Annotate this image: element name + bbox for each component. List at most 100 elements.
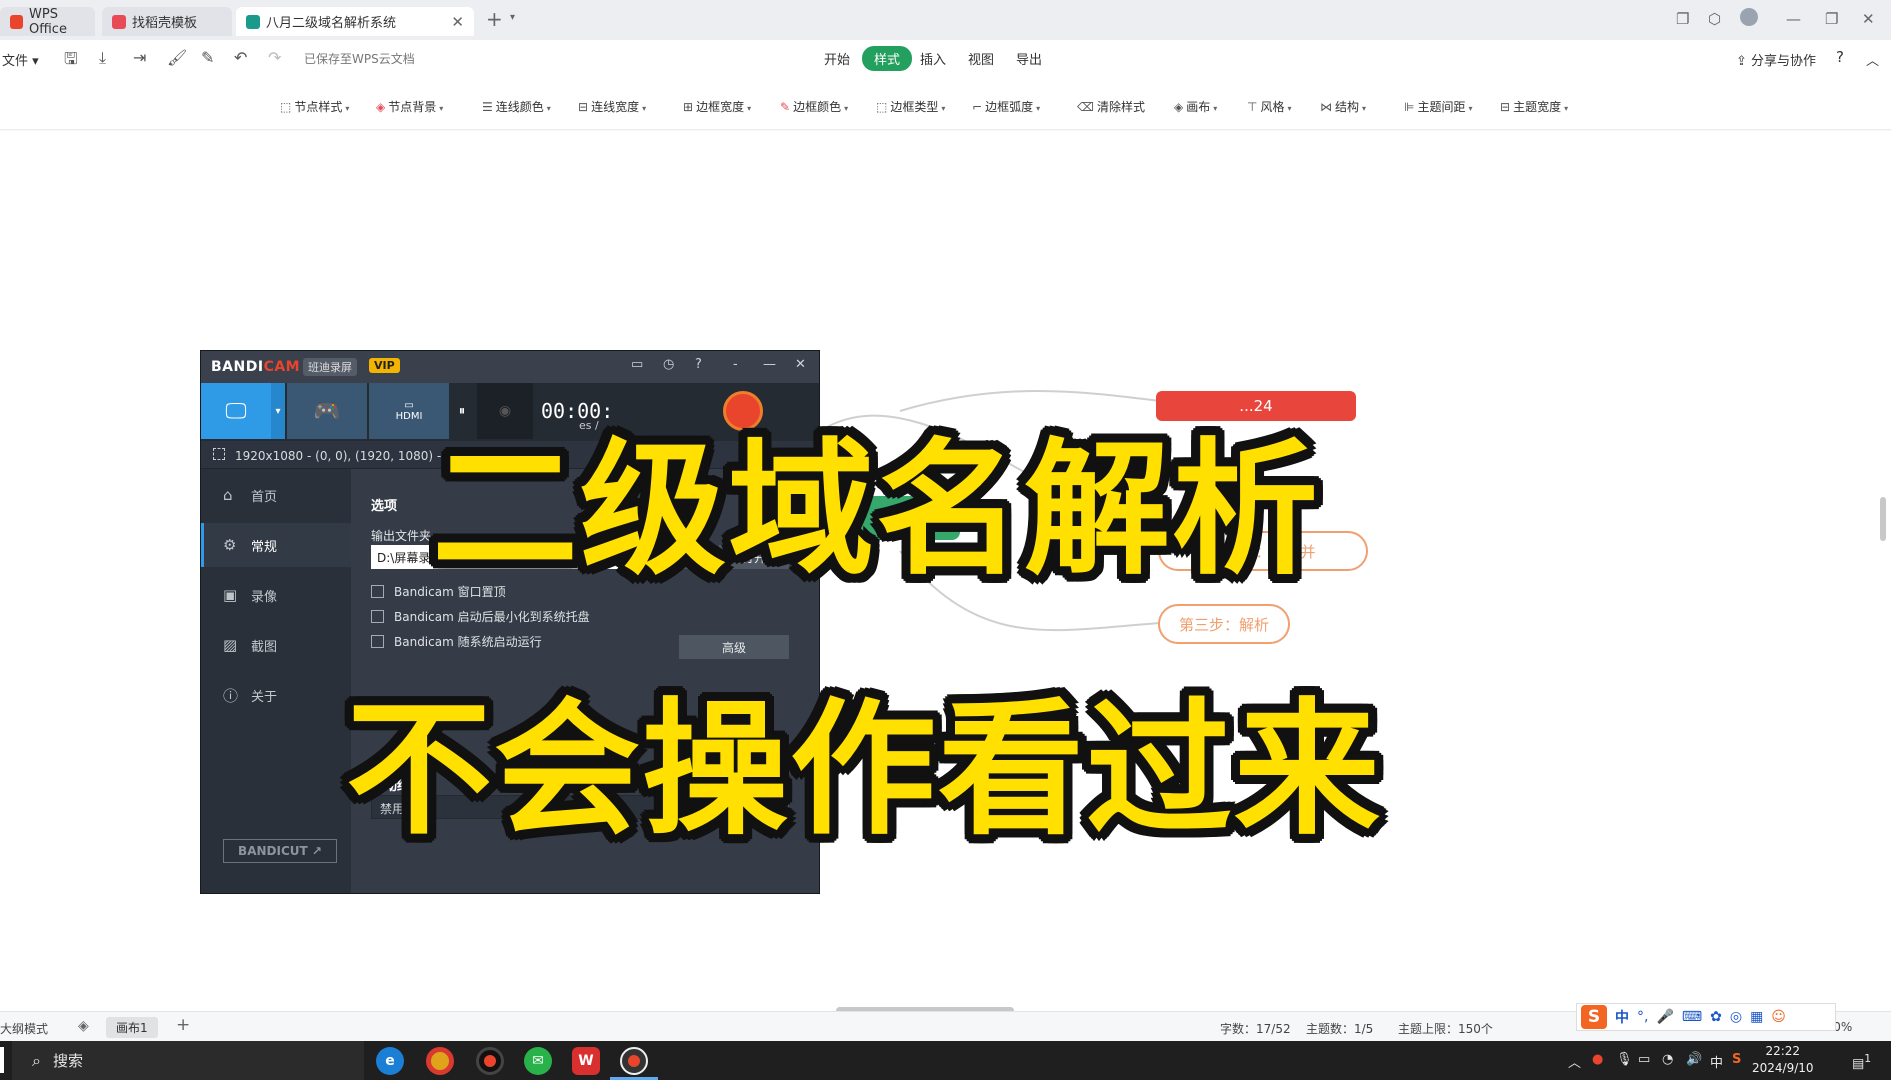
format-painter-icon[interactable]: 🖌 <box>167 48 187 67</box>
line-color-button[interactable]: ☰ 连线颜色 ▾ <box>482 98 551 115</box>
ime-lang-toggle[interactable]: 中 <box>1615 1007 1629 1027</box>
layers-icon[interactable]: ◈ <box>78 1018 89 1034</box>
folder-icon[interactable]: ▭ <box>631 357 643 372</box>
wifi-icon[interactable]: ◔ <box>1662 1052 1673 1067</box>
wps-office-taskbar-icon[interactable]: W <box>572 1047 600 1075</box>
window-layout-icon[interactable]: ❐ <box>1676 10 1689 28</box>
outline-mode-button[interactable]: 大纲模式 <box>0 1020 48 1037</box>
save-icon[interactable]: 🖫 <box>64 48 78 75</box>
taskbar-search[interactable]: ⌕ 搜索 <box>12 1041 364 1080</box>
tab-style[interactable]: 样式 <box>862 46 913 71</box>
close-window-icon[interactable]: ✕ <box>1862 10 1875 28</box>
help-icon[interactable]: ? <box>1836 48 1844 66</box>
cube-icon[interactable]: ⬡ <box>1708 10 1721 28</box>
tray-record-icon[interactable]: ● <box>1592 1052 1603 1067</box>
screen-mode-button[interactable]: 🖵 <box>201 383 271 439</box>
emoji-icon[interactable]: ☺ <box>1771 1009 1786 1025</box>
topic-width-label: 主题宽度 <box>1513 100 1562 114</box>
nav-screenshot[interactable]: ▨ 截图 <box>201 623 351 667</box>
minimize-icon[interactable]: — <box>763 357 776 372</box>
redo-icon[interactable]: ↷ <box>268 48 281 67</box>
avatar[interactable] <box>1740 8 1758 26</box>
topic-width-button[interactable]: ⊟ 主题宽度 ▾ <box>1500 98 1568 115</box>
structure-button[interactable]: ⋈ 结构 ▾ <box>1320 98 1366 115</box>
export-icon[interactable]: ⇥ <box>133 48 146 67</box>
node-style-button[interactable]: ⬚ 节点样式 ▾ <box>280 98 349 115</box>
microphone-icon[interactable]: 🎤 <box>1656 1009 1673 1025</box>
mini-mode-icon[interactable]: - <box>733 357 738 372</box>
border-width-button[interactable]: ⊞ 边框宽度 ▾ <box>683 98 751 115</box>
clock[interactable]: 22:22 2024/9/10 <box>1752 1043 1814 1077</box>
collapse-ribbon-icon[interactable]: ︿ <box>1866 50 1879 69</box>
close-icon[interactable]: ✕ <box>795 357 806 372</box>
game-icon[interactable]: ◎ <box>1730 1009 1742 1025</box>
nav-general[interactable]: ⚙ 常规 <box>201 523 351 567</box>
share-button[interactable]: ⇪ 分享与协作 <box>1736 50 1816 69</box>
keyboard-icon[interactable]: ⌨ <box>1682 1009 1702 1025</box>
canvas-tab[interactable]: 画布1 <box>106 1017 158 1038</box>
bandicam-taskbar-icon[interactable] <box>620 1047 648 1075</box>
tab-template[interactable]: 找稻壳模板 <box>102 7 232 36</box>
screen-mode-dropdown[interactable]: ▾ <box>271 383 285 439</box>
clock-time: 22:22 <box>1765 1044 1801 1058</box>
start-edge <box>0 1047 4 1073</box>
checkbox-minimize-tray[interactable]: Bandicam 启动后最小化到系统托盘 <box>371 608 590 625</box>
restore-icon[interactable]: ❐ <box>1825 10 1838 28</box>
bandicut-button[interactable]: BANDICUT ↗ <box>223 839 337 863</box>
tray-ime-lang[interactable]: 中 <box>1710 1052 1723 1071</box>
wechat-icon[interactable]: ✉ <box>524 1047 552 1075</box>
border-type-button[interactable]: ⬚ 边框类型 ▾ <box>876 98 945 115</box>
tab-list-chevron-icon[interactable]: ▾ <box>510 12 515 23</box>
undo-icon[interactable]: ↶ <box>234 48 247 67</box>
minimize-icon[interactable]: — <box>1786 10 1801 28</box>
tab-insert[interactable]: 插入 <box>920 49 946 68</box>
add-canvas-button[interactable]: + <box>176 1015 190 1035</box>
nav-video[interactable]: ▣ 录像 <box>201 573 351 617</box>
node-bg-label: 节点背景 <box>388 100 437 114</box>
recorder-app-icon[interactable] <box>476 1047 504 1075</box>
close-tab-icon[interactable]: ✕ <box>451 13 464 31</box>
sogou-tray-icon[interactable]: S <box>1732 1052 1741 1067</box>
checkbox-run-on-startup[interactable]: Bandicam 随系统启动运行 <box>371 633 542 650</box>
tab-start[interactable]: 开始 <box>824 49 850 68</box>
clear-style-button[interactable]: ⌫ 清除样式 <box>1077 98 1145 115</box>
border-color-button[interactable]: ✎ 边框颜色 ▾ <box>780 98 848 115</box>
ime-toolbar: S 中 °, 🎤 ⌨ ✿ ◎ ▦ ☺ <box>1576 1003 1836 1031</box>
new-tab-button[interactable]: + <box>486 7 503 31</box>
mindmap-node-step3[interactable]: 第三步：解析 <box>1158 604 1290 644</box>
node-bg-button[interactable]: ◈ 节点背景 ▾ <box>376 98 443 115</box>
chrome-browser-icon[interactable] <box>426 1047 454 1075</box>
tray-mic-icon[interactable]: 🎙 <box>1616 1052 1633 1067</box>
help-icon[interactable]: ? <box>695 357 702 372</box>
tray-chevron-icon[interactable]: ︿ <box>1568 1052 1581 1071</box>
canvas-button[interactable]: ◈ 画布 ▾ <box>1174 98 1217 115</box>
tab-export[interactable]: 导出 <box>1016 49 1042 68</box>
file-menu[interactable]: 文件 ▾ <box>2 50 39 69</box>
battery-icon[interactable]: ▭ <box>1638 1052 1650 1067</box>
border-radius-button[interactable]: ⌐ 边框弧度 ▾ <box>972 98 1040 115</box>
pen-icon[interactable]: ✎ <box>201 48 214 67</box>
nav-home[interactable]: ⌂ 首页 <box>201 473 351 517</box>
tab-wps-office[interactable]: WPS Office <box>0 7 95 37</box>
game-mode-button[interactable]: 🎮 <box>287 383 367 439</box>
download-icon[interactable]: ⤓ <box>99 48 106 68</box>
topic-spacing-button[interactable]: ⊫ 主题间距 ▾ <box>1404 98 1472 115</box>
file-menu-label: 文件 <box>2 54 29 69</box>
topic-limit: 主题上限：150个 <box>1398 1022 1493 1036</box>
punctuation-icon[interactable]: °, <box>1637 1009 1648 1025</box>
sogou-logo-icon[interactable]: S <box>1581 1005 1607 1029</box>
apps-grid-icon[interactable]: ▦ <box>1750 1009 1763 1025</box>
chevron-down-icon: ▾ <box>642 104 647 113</box>
volume-icon[interactable]: 🔊 <box>1686 1052 1702 1067</box>
edge-browser-icon[interactable]: e <box>376 1047 404 1075</box>
nav-about[interactable]: ⓘ 关于 <box>201 673 351 717</box>
notification-icon[interactable]: ▤1 <box>1852 1052 1871 1071</box>
skin-icon[interactable]: ✿ <box>1710 1009 1722 1025</box>
line-width-button[interactable]: ⊟ 连线宽度 ▾ <box>578 98 646 115</box>
tab-mindmap-doc[interactable]: 八月二级域名解析系统 ✕ <box>236 7 474 36</box>
clock-icon[interactable]: ◷ <box>663 357 674 372</box>
vertical-scrollbar[interactable] <box>1880 497 1886 541</box>
clear-style-label: 清除样式 <box>1096 100 1145 114</box>
theme-button[interactable]: ⊤ 风格 ▾ <box>1247 98 1291 115</box>
tab-view[interactable]: 视图 <box>968 49 994 68</box>
